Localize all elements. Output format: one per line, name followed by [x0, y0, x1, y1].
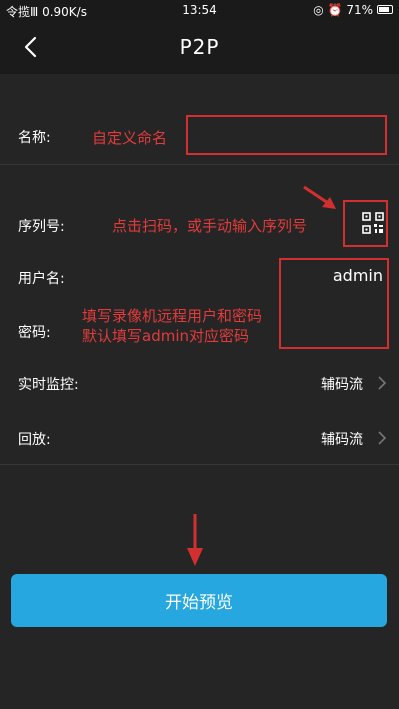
serial-hint: 点击扫码，或手动输入序列号 — [112, 217, 308, 235]
down-arrow-icon — [187, 514, 203, 566]
playback-row[interactable]: 回放: 辅码流 — [0, 410, 399, 465]
credentials-highlight — [279, 258, 389, 349]
name-input-highlight — [186, 115, 387, 155]
annotation-arrow-icon — [303, 185, 336, 209]
status-bar: 令揽Ⅲ 0.90K/s 13:54 ◎ ⏰ 71% — [0, 0, 399, 20]
serial-label: 序列号: — [18, 219, 65, 235]
username-label: 用户名: — [18, 271, 65, 287]
chevron-right-icon — [378, 431, 387, 445]
back-button[interactable] — [16, 33, 44, 61]
credentials-hint-line1: 填写录像机远程用户和密码 — [82, 307, 263, 325]
name-label: 名称: — [18, 130, 51, 146]
chevron-right-icon — [378, 376, 387, 390]
nav-bar: P2P — [0, 20, 399, 74]
live-view-label: 实时监控: — [18, 377, 79, 393]
live-view-value: 辅码流 — [321, 377, 363, 393]
live-view-row[interactable]: 实时监控: 辅码流 — [0, 356, 399, 411]
status-icons: ◎ ⏰ 71% — [313, 3, 373, 17]
playback-value: 辅码流 — [321, 432, 363, 448]
battery-icon — [377, 5, 393, 14]
password-label: 密码: — [18, 325, 51, 341]
playback-label: 回放: — [18, 432, 51, 448]
credentials-hint-line2: 默认填写admin对应密码 — [82, 327, 250, 345]
qr-scan-highlight — [343, 200, 388, 247]
page-title: P2P — [179, 35, 220, 59]
start-preview-button[interactable]: 开始预览 — [11, 574, 387, 627]
name-hint: 自定义命名 — [92, 129, 168, 147]
back-arrow-icon — [24, 36, 37, 58]
